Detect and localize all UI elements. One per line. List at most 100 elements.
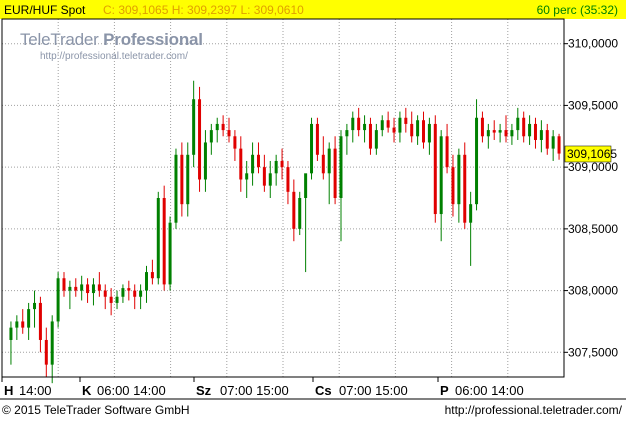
candle-body: [439, 136, 443, 215]
candle-body: [298, 198, 302, 229]
candle-body: [62, 278, 66, 291]
candle-body: [286, 167, 290, 192]
candle-body: [121, 288, 125, 297]
candle-body: [398, 117, 402, 133]
candle-body: [221, 123, 225, 131]
candle-body: [150, 272, 154, 279]
candle-body: [475, 117, 479, 205]
candle-body: [21, 321, 25, 328]
candle-body: [103, 290, 107, 297]
candle-body: [251, 154, 255, 174]
x-day-label: K: [82, 383, 92, 398]
candle-body: [38, 302, 42, 340]
candle-body: [115, 296, 119, 303]
candle-body: [533, 123, 537, 140]
candle-body: [469, 204, 473, 223]
y-tick-label: 308,0000: [568, 284, 618, 298]
candle-body: [127, 288, 131, 291]
candle-body: [44, 339, 48, 365]
y-tick-label: 307,5000: [568, 345, 618, 359]
candle-body: [268, 173, 272, 186]
candle-body: [310, 123, 314, 174]
candle-body: [139, 290, 143, 297]
candle-body: [97, 284, 101, 291]
logo-brand-prefix: TeleTrader: [20, 30, 99, 49]
candle-body: [451, 167, 455, 205]
candle-body: [245, 173, 249, 180]
candle-body: [91, 284, 95, 294]
y-axis: 310,0000309,5000309,0000308,5000308,0000…: [564, 37, 618, 359]
candle-body: [56, 278, 60, 322]
grid: [2, 19, 564, 377]
teletrader-logo: TeleTrader Professional http://professio…: [20, 30, 203, 62]
candle-body: [410, 123, 414, 137]
candle-body: [557, 136, 561, 154]
candle-body: [280, 160, 284, 168]
candle-body: [416, 120, 420, 137]
candle-body: [480, 117, 484, 137]
candle-body: [233, 136, 237, 149]
candle-body: [180, 154, 184, 205]
candle-body: [445, 136, 449, 168]
plot-frame: [1, 18, 565, 378]
x-time-label: 07:00 15:00: [220, 383, 289, 398]
copyright-text: © 2015 TeleTrader Software GmbH: [2, 403, 190, 417]
x-axis: H 14:00 K 06:00 14:00 Sz 07:00 15:00 Cs 07:00 1…: [1, 377, 524, 398]
candle-body: [209, 130, 213, 143]
candle-body: [327, 148, 331, 174]
candle-body: [50, 321, 54, 365]
candle-body: [315, 123, 319, 155]
candle-body: [33, 302, 37, 310]
candle-body: [304, 173, 308, 198]
candle-body: [109, 296, 113, 303]
candle-body: [198, 99, 202, 180]
candle-body: [486, 130, 490, 137]
candle-body: [262, 167, 266, 186]
candle-body: [374, 130, 378, 149]
x-day-label: Sz: [196, 383, 212, 398]
candle-body: [162, 198, 166, 285]
candle-body: [422, 120, 425, 143]
candle-body: [339, 136, 343, 198]
header-bar: [0, 0, 626, 19]
footer-link[interactable]: http://professional.teletrader.com/: [445, 403, 622, 417]
candle-body: [380, 120, 384, 131]
logo-brand-suffix: Professional: [103, 30, 203, 49]
candlestick-chart: EUR/HUF Spot C: 309,1065 H: 309,2397 L: …: [0, 0, 626, 400]
candle-body: [392, 127, 396, 133]
candles: [9, 80, 561, 384]
x-day-label: H: [4, 383, 13, 398]
candle-body: [498, 130, 502, 133]
candle-body: [215, 123, 219, 131]
candle-body: [168, 222, 172, 285]
candle-body: [345, 130, 349, 137]
candle-body: [9, 327, 13, 340]
candle-body: [386, 120, 390, 128]
candle-body: [492, 130, 496, 133]
interval-label: 60 perc (35:32): [537, 3, 618, 17]
x-day-label: Cs: [315, 383, 332, 398]
candle-body: [504, 130, 508, 137]
candle-body: [433, 123, 437, 215]
candle-body: [174, 154, 178, 223]
candle-body: [156, 198, 160, 279]
candle-body: [68, 286, 72, 291]
y-tick-label: 308,5000: [568, 222, 618, 236]
candle-body: [333, 148, 337, 198]
candle-body: [545, 130, 549, 149]
candle-body: [86, 284, 90, 294]
candle-body: [528, 123, 532, 137]
x-time-label: 14:00: [19, 383, 52, 398]
ohlc-readout: C: 309,1065 H: 309,2397 L: 309,0610: [103, 3, 304, 17]
candle-body: [274, 160, 278, 174]
candle-body: [145, 272, 148, 291]
candle-body: [80, 284, 84, 291]
candle-body: [186, 154, 190, 205]
symbol-label: EUR/HUF Spot: [4, 3, 86, 17]
candle-body: [292, 191, 296, 229]
x-time-label: 06:00 14:00: [97, 383, 166, 398]
candle-body: [15, 321, 19, 328]
candle-body: [368, 123, 372, 149]
last-price-label: 309,1065: [567, 147, 617, 161]
candle-body: [203, 142, 207, 180]
